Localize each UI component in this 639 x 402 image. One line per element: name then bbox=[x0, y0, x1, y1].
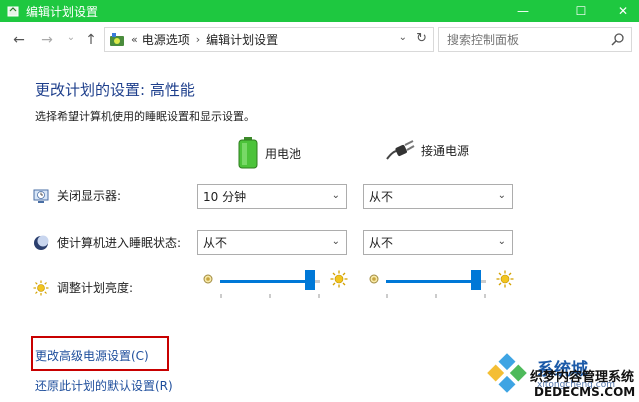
row-label-brightness: 调整计划亮度: bbox=[57, 281, 134, 295]
column-header-battery: 用电池 bbox=[237, 137, 301, 169]
row-label-sleep: 使计算机进入睡眠状态: bbox=[57, 236, 182, 250]
display-off-ac-value: 从不 bbox=[369, 190, 394, 204]
sun-icon bbox=[33, 280, 49, 295]
chevron-down-icon: ⌄ bbox=[331, 236, 340, 247]
breadcrumb-edit-plan[interactable]: 编辑计划设置 bbox=[206, 31, 278, 48]
row-brightness: 调整计划亮度: bbox=[33, 279, 133, 296]
column-label-battery: 用电池 bbox=[265, 146, 302, 161]
chevron-down-icon: ⌄ bbox=[331, 190, 340, 201]
chevron-down-icon: ⌄ bbox=[497, 190, 506, 201]
back-button[interactable]: ← bbox=[10, 31, 28, 49]
column-header-ac: 接通电源 bbox=[385, 137, 469, 163]
address-bar[interactable]: « 电源选项 › 编辑计划设置 ⌄ ↻ bbox=[104, 27, 434, 52]
display-off-ac-select[interactable]: 从不 ⌄ bbox=[363, 184, 513, 209]
minimize-button[interactable]: — bbox=[500, 0, 546, 22]
forward-button[interactable]: → bbox=[38, 31, 56, 49]
display-off-battery-select[interactable]: 10 分钟 ⌄ bbox=[197, 184, 347, 209]
slider-thumb[interactable] bbox=[305, 270, 315, 290]
slider-ticks bbox=[386, 294, 486, 298]
display-clock-icon bbox=[33, 189, 49, 203]
search-icon[interactable] bbox=[611, 32, 625, 46]
maximize-button[interactable]: ☐ bbox=[558, 0, 604, 22]
sleep-battery-select[interactable]: 从不 ⌄ bbox=[197, 230, 347, 255]
brightness-battery-slider[interactable] bbox=[198, 270, 348, 298]
column-label-ac: 接通电源 bbox=[421, 143, 470, 158]
search-input[interactable] bbox=[439, 32, 599, 47]
sleep-ac-value: 从不 bbox=[369, 236, 394, 250]
power-plug-icon bbox=[386, 140, 415, 160]
slider-ticks bbox=[220, 294, 320, 298]
recent-locations-button[interactable]: ⌄ bbox=[62, 28, 80, 46]
advanced-power-settings-link[interactable]: 更改高级电源设置(C) bbox=[35, 347, 149, 364]
slider-thumb[interactable] bbox=[471, 270, 481, 290]
sleep-battery-value: 从不 bbox=[203, 236, 228, 250]
watermark-line3: DEDECMS.COM bbox=[534, 385, 636, 399]
moon-icon bbox=[34, 235, 49, 250]
chevron-down-icon: ⌄ bbox=[497, 236, 506, 247]
dim-sun-icon bbox=[369, 274, 379, 284]
control-panel-icon bbox=[110, 32, 124, 46]
row-sleep: 使计算机进入睡眠状态: bbox=[33, 234, 181, 251]
page-title: 更改计划的设置: 高性能 bbox=[35, 81, 195, 99]
sleep-ac-select[interactable]: 从不 ⌄ bbox=[363, 230, 513, 255]
bright-sun-icon bbox=[330, 270, 348, 288]
bright-sun-icon bbox=[496, 270, 514, 288]
slider-fill bbox=[220, 280, 310, 283]
breadcrumb-chevron[interactable]: › bbox=[196, 33, 200, 46]
slider-fill bbox=[386, 280, 476, 283]
title-bar: 编辑计划设置 — ☐ ✕ bbox=[0, 0, 639, 22]
search-box[interactable] bbox=[438, 27, 632, 52]
window-title: 编辑计划设置 bbox=[26, 4, 99, 19]
close-button[interactable]: ✕ bbox=[600, 0, 639, 22]
page-description: 选择希望计算机使用的睡眠设置和显示设置。 bbox=[35, 110, 255, 123]
power-options-icon bbox=[7, 6, 19, 17]
breadcrumb-power-options[interactable]: 电源选项 bbox=[142, 31, 190, 48]
row-label-display-off: 关闭显示器: bbox=[57, 189, 122, 203]
refresh-icon[interactable]: ↻ bbox=[416, 31, 427, 46]
brightness-ac-slider[interactable] bbox=[364, 270, 514, 298]
up-button[interactable]: ↑ bbox=[82, 31, 100, 49]
display-off-battery-value: 10 分钟 bbox=[203, 190, 247, 204]
dim-sun-icon bbox=[203, 274, 213, 284]
breadcrumb-overflow[interactable]: « bbox=[131, 33, 138, 46]
restore-defaults-link[interactable]: 还原此计划的默认设置(R) bbox=[35, 377, 173, 394]
battery-icon bbox=[238, 137, 258, 169]
address-dropdown-icon[interactable]: ⌄ bbox=[399, 32, 407, 43]
row-display-off: 关闭显示器: bbox=[33, 187, 121, 204]
